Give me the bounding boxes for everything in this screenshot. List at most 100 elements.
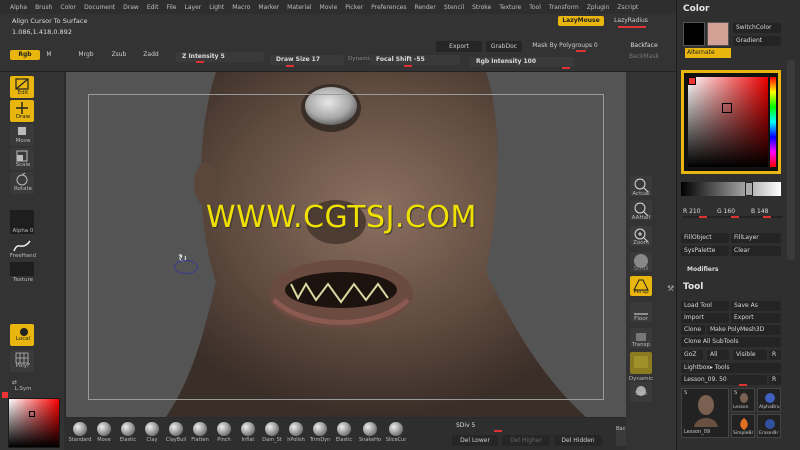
tool-thumb-lesson09[interactable]: S Lesson_09 <box>681 388 729 438</box>
gradient-button[interactable]: Gradient <box>733 36 781 46</box>
brush-dam-standard[interactable]: Dam_St <box>260 422 284 443</box>
canvas-viewport[interactable]: WWW.CGTSJ.COM ↻ <box>66 72 626 417</box>
draw-size-slider[interactable]: Draw Size 17 <box>270 55 344 65</box>
lightbox-tools-button[interactable]: Lightbox▸ Tools <box>681 363 781 373</box>
menu-material[interactable]: Material <box>287 4 311 11</box>
palette-scrollbar[interactable] <box>787 60 795 260</box>
dynamic-button[interactable] <box>630 352 652 374</box>
menu-zscript[interactable]: Zscript <box>617 4 638 11</box>
load-tool-button[interactable]: Load Tool <box>681 301 729 311</box>
backmask-button[interactable]: BackMask <box>622 52 666 62</box>
color-palette-title[interactable]: Color <box>683 4 710 14</box>
saturation-value-field[interactable] <box>688 77 768 167</box>
menu-color[interactable]: Color <box>60 4 76 11</box>
menu-draw[interactable]: Draw <box>123 4 139 11</box>
menu-file[interactable]: File <box>166 4 176 11</box>
mask-by-polygroups-slider[interactable]: Mask By Polygroups 0 <box>524 41 606 51</box>
hue-strip[interactable] <box>770 77 776 167</box>
goz-button[interactable]: GoZ <box>681 350 703 360</box>
zsub-button[interactable]: Zsub <box>106 50 132 60</box>
brush-clay[interactable]: Clay <box>140 422 164 443</box>
clone-all-subtools-button[interactable]: Clone All SubTools <box>681 337 781 347</box>
brush-elastic-2[interactable]: Elastic <box>332 422 356 443</box>
export-button[interactable]: Export <box>436 41 482 52</box>
secondary-color-swatch[interactable] <box>683 22 705 46</box>
switchcolor-button[interactable]: SwitchColor <box>733 23 781 33</box>
menu-edit[interactable]: Edit <box>147 4 159 11</box>
brush-elastic[interactable]: Elastic <box>116 422 140 443</box>
syspalette-button[interactable]: SysPalette <box>681 246 729 256</box>
menu-brush[interactable]: Brush <box>35 4 52 11</box>
backface-button[interactable]: Backface <box>622 41 666 51</box>
freehand-stroke-button[interactable] <box>10 238 34 254</box>
r-button[interactable]: R <box>769 350 781 360</box>
menu-light[interactable]: Light <box>209 4 224 11</box>
sdiv-slider[interactable]: SDiv 5 <box>456 422 516 431</box>
all-button[interactable]: All <box>707 350 729 360</box>
dynamic-label[interactable]: Dynamic <box>348 56 372 62</box>
tool-thumb-lesson[interactable]: S Lesson <box>731 388 755 412</box>
brush-standard[interactable]: Standard <box>68 422 92 443</box>
current-tool-slider[interactable]: Lesson_09. 50 <box>681 375 767 385</box>
menu-document[interactable]: Document <box>84 4 115 11</box>
clone-button[interactable]: Clone <box>681 325 705 335</box>
mrgb-button[interactable]: Mrgb <box>72 50 100 60</box>
primary-color-swatch[interactable] <box>707 22 729 46</box>
brush-claybuildup[interactable]: ClayBuil <box>164 422 188 443</box>
menu-zplugin[interactable]: Zplugin <box>587 4 610 11</box>
menu-marker[interactable]: Marker <box>258 4 279 11</box>
color-picker-square[interactable] <box>8 398 60 448</box>
lazymouse-button[interactable]: LazyMouse <box>558 16 604 26</box>
tool-thumb-alphabrush[interactable]: AlphaBru <box>757 388 781 412</box>
m-button[interactable]: M <box>42 50 56 60</box>
brush-trimdynamic[interactable]: TrimDyn <box>308 422 332 443</box>
del-lower-button[interactable]: Del Lower <box>452 435 498 446</box>
brush-move[interactable]: Move <box>92 422 116 443</box>
brush-hpolish[interactable]: hPolish <box>284 422 308 443</box>
red-channel-value[interactable]: R 210 <box>683 208 701 215</box>
menu-render[interactable]: Render <box>414 4 435 11</box>
menu-picker[interactable]: Picker <box>345 4 363 11</box>
tool-palette-title[interactable]: Tool <box>683 282 703 292</box>
focal-shift-slider[interactable]: Focal Shift -55 <box>370 55 460 65</box>
export-tool-button[interactable]: Export <box>731 313 781 323</box>
menu-alpha[interactable]: Alpha <box>10 4 27 11</box>
green-channel-value[interactable]: G 160 <box>717 208 735 215</box>
grabdoc-button[interactable]: GrabDoc <box>486 41 522 52</box>
make-polymesh3d-button[interactable]: Make PolyMesh3D <box>707 325 781 335</box>
fillobject-button[interactable]: FillObject <box>681 233 729 243</box>
brush-snakehook[interactable]: SnakeHo <box>358 422 382 443</box>
brush-slicecurve[interactable]: SliceCur <box>384 422 408 443</box>
menu-movie[interactable]: Movie <box>320 4 338 11</box>
menu-stroke[interactable]: Stroke <box>472 4 491 11</box>
menu-texture[interactable]: Texture <box>499 4 521 11</box>
lazyradius-slider[interactable]: LazyRadius <box>608 16 654 26</box>
rgb-intensity-slider[interactable]: Rgb Intensity 100 <box>470 57 574 67</box>
brush-pinch[interactable]: Pinch <box>212 422 236 443</box>
blue-channel-value[interactable]: B 148 <box>751 208 768 215</box>
r-button-2[interactable]: R <box>769 375 781 385</box>
lsym-label[interactable]: L.Sym <box>6 386 40 392</box>
tool-thumb-simplebrush[interactable]: SimpleBr <box>731 414 755 438</box>
menu-preferences[interactable]: Preferences <box>371 4 406 11</box>
brush-flatten[interactable]: Flatten <box>188 422 212 443</box>
save-as-button[interactable]: Save As <box>731 301 781 311</box>
del-higher-button[interactable]: Del Higher <box>502 435 550 446</box>
import-button[interactable]: Import <box>681 313 729 323</box>
z-intensity-slider[interactable]: Z Intensity 5 <box>176 52 264 62</box>
clear-button[interactable]: Clear <box>731 246 781 256</box>
menu-stencil[interactable]: Stencil <box>444 4 464 11</box>
tool-thumb-eraserbrush[interactable]: EraserBr <box>757 414 781 438</box>
menu-tool[interactable]: Tool <box>529 4 541 11</box>
filllayer-button[interactable]: FillLayer <box>731 233 781 243</box>
visible-button[interactable]: Visible <box>733 350 767 360</box>
del-hidden-button[interactable]: Del Hidden <box>554 435 602 446</box>
alternate-button[interactable]: Alternate <box>685 48 731 58</box>
texture-thumbnail[interactable] <box>10 262 34 276</box>
menu-layer[interactable]: Layer <box>185 4 202 11</box>
zadd-button[interactable]: Zadd <box>138 50 164 60</box>
gray-gradient-bar[interactable] <box>681 182 781 196</box>
menu-transform[interactable]: Transform <box>549 4 579 11</box>
backface-mask-button[interactable]: Bac <box>616 426 626 446</box>
menu-macro[interactable]: Macro <box>232 4 250 11</box>
